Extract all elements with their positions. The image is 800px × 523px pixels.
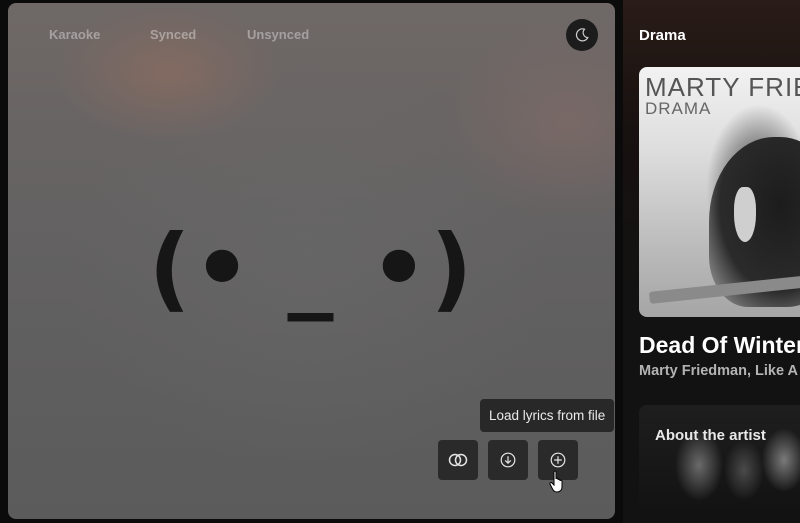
cover-album-text: DRAMA [645, 99, 712, 118]
plus-circle-icon [550, 452, 566, 468]
no-lyrics-face: (• _ •) [8, 208, 615, 328]
tooltip: Load lyrics from file [480, 399, 615, 432]
sidebar-title: Drama [639, 27, 686, 44]
moon-icon [575, 28, 589, 42]
theme-toggle-button[interactable] [566, 19, 598, 51]
about-artist-card[interactable]: About the artist [639, 405, 800, 523]
dual-circles-icon [448, 453, 468, 467]
tab-unsynced[interactable]: Unsynced [247, 27, 309, 42]
track-artists[interactable]: Marty Friedman, Like A [639, 363, 798, 379]
download-lyrics-button[interactable] [488, 440, 528, 480]
compare-button[interactable] [438, 440, 478, 480]
hand-cursor-icon [549, 470, 563, 493]
album-cover[interactable]: MARTY FRIE DRAMA [639, 67, 800, 317]
tab-synced[interactable]: Synced [150, 27, 196, 42]
cover-artwork-detail [734, 187, 756, 242]
tab-karaoke[interactable]: Karaoke [49, 27, 100, 42]
download-circle-icon [500, 452, 516, 468]
lyrics-panel: Karaoke Synced Unsynced (• _ •) Load lyr… [8, 3, 615, 519]
about-artist-label: About the artist [655, 427, 766, 444]
track-title[interactable]: Dead Of Winter [639, 332, 800, 359]
empty-state-glyph: (• _ •) [148, 214, 475, 322]
now-playing-sidebar: Drama MARTY FRIE DRAMA Dead Of Winter Ma… [623, 0, 800, 523]
